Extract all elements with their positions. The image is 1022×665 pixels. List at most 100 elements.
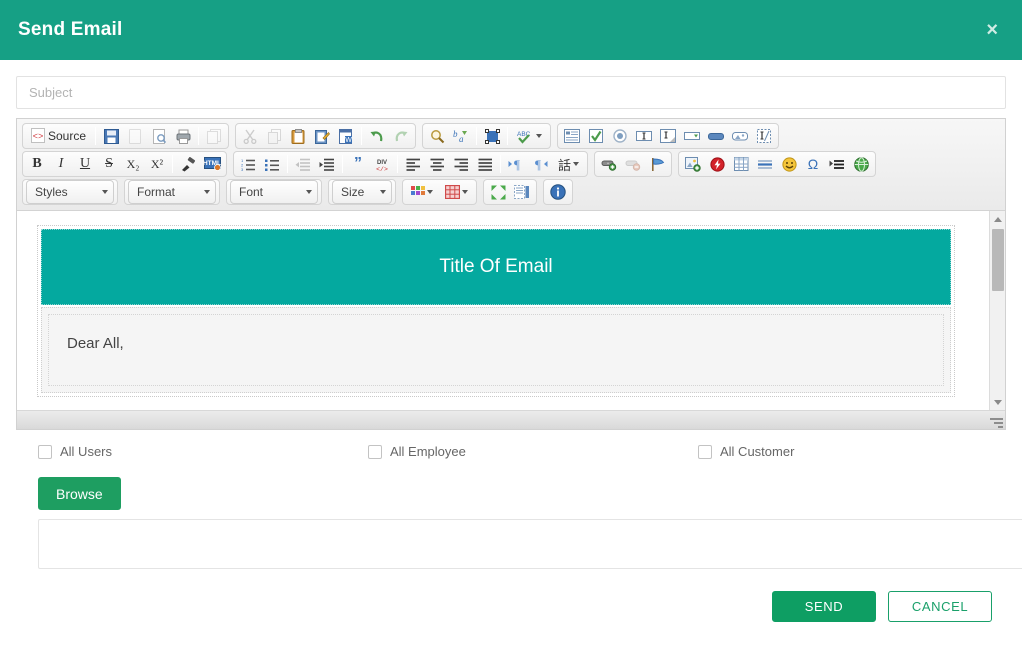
find-icon[interactable]	[426, 125, 448, 147]
create-div-icon[interactable]: DIV </>	[371, 153, 393, 175]
chevron-down-icon	[536, 134, 543, 138]
chevron-down-icon	[102, 190, 108, 194]
button-icon[interactable]	[705, 125, 727, 147]
radio-button-icon[interactable]	[609, 125, 631, 147]
attachment-list-box[interactable]	[38, 519, 1022, 569]
unlink-icon[interactable]	[622, 153, 644, 175]
select-field-icon[interactable]	[681, 125, 703, 147]
source-button[interactable]: <> Source	[26, 125, 91, 147]
paste-icon[interactable]	[287, 125, 309, 147]
send-button[interactable]: SEND	[772, 591, 876, 622]
scroll-down-icon[interactable]	[990, 394, 1005, 410]
select-all-icon[interactable]	[481, 125, 503, 147]
editor-resize-handle[interactable]	[989, 414, 1003, 428]
html-icon[interactable]: HTML	[201, 153, 223, 175]
styles-select[interactable]: Styles	[26, 180, 114, 204]
email-body-text[interactable]: Dear All,	[48, 314, 944, 386]
language-icon[interactable]: 話	[553, 153, 584, 175]
svg-text:¶: ¶	[514, 157, 520, 171]
svg-text:W: W	[345, 137, 352, 144]
textarea-icon[interactable]	[657, 125, 679, 147]
replace-icon[interactable]: ba	[450, 125, 472, 147]
anchor-icon[interactable]	[646, 153, 668, 175]
align-left-icon[interactable]	[402, 153, 424, 175]
increase-indent-icon[interactable]	[316, 153, 338, 175]
hidden-field-icon[interactable]	[753, 125, 775, 147]
checkbox-all-customer[interactable]: All Customer	[698, 444, 1022, 459]
browse-button[interactable]: Browse	[38, 477, 121, 510]
checkbox-icon[interactable]	[698, 444, 712, 459]
cut-icon[interactable]	[239, 125, 261, 147]
scrollbar-thumb[interactable]	[992, 229, 1004, 291]
remove-format-icon[interactable]	[177, 153, 199, 175]
align-right-icon[interactable]	[450, 153, 472, 175]
blockquote-icon[interactable]: ”	[347, 153, 369, 175]
maximize-icon[interactable]	[487, 181, 509, 203]
size-select[interactable]: Size	[332, 180, 392, 204]
table-icon[interactable]	[730, 153, 752, 175]
bold-icon[interactable]: B	[26, 153, 48, 175]
new-page-icon[interactable]	[124, 125, 146, 147]
text-direction-ltr-icon[interactable]: ¶	[505, 153, 527, 175]
page-title: Send Email	[18, 19, 123, 40]
italic-icon[interactable]: I	[50, 153, 72, 175]
copy-icon[interactable]	[263, 125, 285, 147]
paste-from-word-icon[interactable]: W	[335, 125, 357, 147]
form-icon[interactable]	[561, 125, 583, 147]
underline-icon[interactable]: U	[74, 153, 96, 175]
smiley-icon[interactable]	[778, 153, 800, 175]
redo-icon[interactable]	[390, 125, 412, 147]
subject-input[interactable]	[16, 76, 1006, 109]
scroll-up-icon[interactable]	[990, 211, 1005, 227]
justify-icon[interactable]	[474, 153, 496, 175]
checkbox-icon[interactable]	[368, 444, 382, 459]
align-center-icon[interactable]	[426, 153, 448, 175]
modal-footer: SEND CANCEL	[16, 591, 1006, 622]
special-character-icon[interactable]: Ω	[802, 153, 824, 175]
font-select[interactable]: Font	[230, 180, 318, 204]
font-select-label: Font	[239, 185, 264, 199]
page-break-icon[interactable]	[826, 153, 848, 175]
link-icon[interactable]	[598, 153, 620, 175]
subscript-icon[interactable]: X₂	[122, 153, 144, 175]
source-button-label: Source	[48, 129, 87, 143]
editor-document[interactable]: Title Of Email Dear All,	[17, 211, 1005, 410]
background-color-icon[interactable]	[440, 181, 473, 203]
flash-icon[interactable]	[706, 153, 728, 175]
spell-check-icon[interactable]: ABC	[512, 125, 547, 147]
email-template-wrapper: Title Of Email Dear All,	[37, 225, 955, 397]
decrease-indent-icon[interactable]	[292, 153, 314, 175]
text-field-icon[interactable]	[633, 125, 655, 147]
preview-icon[interactable]	[148, 125, 170, 147]
paste-as-plain-text-icon[interactable]	[311, 125, 333, 147]
format-select[interactable]: Format	[128, 180, 216, 204]
checkbox-icon[interactable]	[585, 125, 607, 147]
checkbox-all-users[interactable]: All Users	[38, 444, 368, 459]
horizontal-rule-icon[interactable]	[754, 153, 776, 175]
editor-vertical-scrollbar[interactable]	[989, 211, 1005, 410]
image-button-icon[interactable]	[729, 125, 751, 147]
cancel-button[interactable]: CANCEL	[888, 591, 992, 622]
iframe-icon[interactable]	[850, 153, 872, 175]
text-direction-rtl-icon[interactable]: ¶	[529, 153, 551, 175]
templates-icon[interactable]	[203, 125, 225, 147]
chevron-down-icon	[573, 162, 580, 166]
email-title-banner[interactable]: Title Of Email	[41, 229, 951, 305]
about-icon[interactable]	[547, 181, 569, 203]
print-icon[interactable]	[172, 125, 194, 147]
bulleted-list-icon[interactable]	[261, 153, 283, 175]
show-blocks-icon[interactable]	[511, 181, 533, 203]
numbered-list-icon[interactable]: 123	[237, 153, 259, 175]
checkbox-icon[interactable]	[38, 444, 52, 459]
toolbar-separator	[361, 127, 363, 145]
editor-content-area[interactable]: Title Of Email Dear All,	[17, 211, 1005, 411]
strikethrough-icon[interactable]: S	[98, 153, 120, 175]
close-icon[interactable]: ×	[980, 16, 1004, 44]
image-icon[interactable]	[682, 153, 704, 175]
undo-icon[interactable]	[366, 125, 388, 147]
toolbar-separator	[172, 155, 173, 173]
checkbox-all-employee[interactable]: All Employee	[368, 444, 698, 459]
superscript-icon[interactable]: X²	[146, 153, 168, 175]
save-icon[interactable]	[100, 125, 122, 147]
text-color-icon[interactable]	[406, 181, 438, 203]
